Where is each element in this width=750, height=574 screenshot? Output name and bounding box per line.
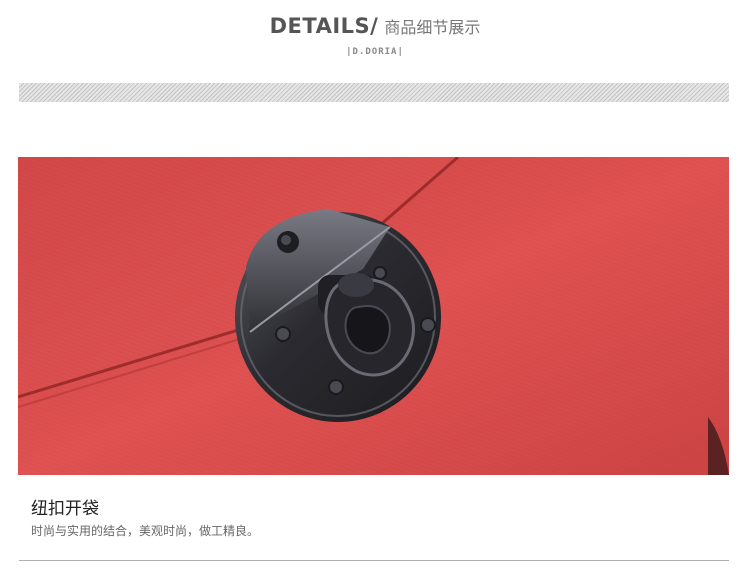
clasp-illustration xyxy=(18,157,729,475)
decorative-stripe-divider xyxy=(19,83,729,102)
section-title-en: DETAILS/ xyxy=(269,14,379,38)
bottom-divider xyxy=(19,560,729,561)
detail-caption-text: 时尚与实用的结合，美观时尚，做工精良。 xyxy=(31,524,260,538)
details-header: DETAILS/商品细节展示 |D.DORIA| xyxy=(0,0,750,70)
section-title-cn: 商品细节展示 xyxy=(384,18,481,37)
section-title: DETAILS/商品细节展示 xyxy=(0,14,750,38)
brand-tag: |D.DORIA| xyxy=(346,47,404,57)
detail-caption-title: 纽扣开袋 xyxy=(31,499,99,519)
product-detail-photo xyxy=(18,157,729,475)
